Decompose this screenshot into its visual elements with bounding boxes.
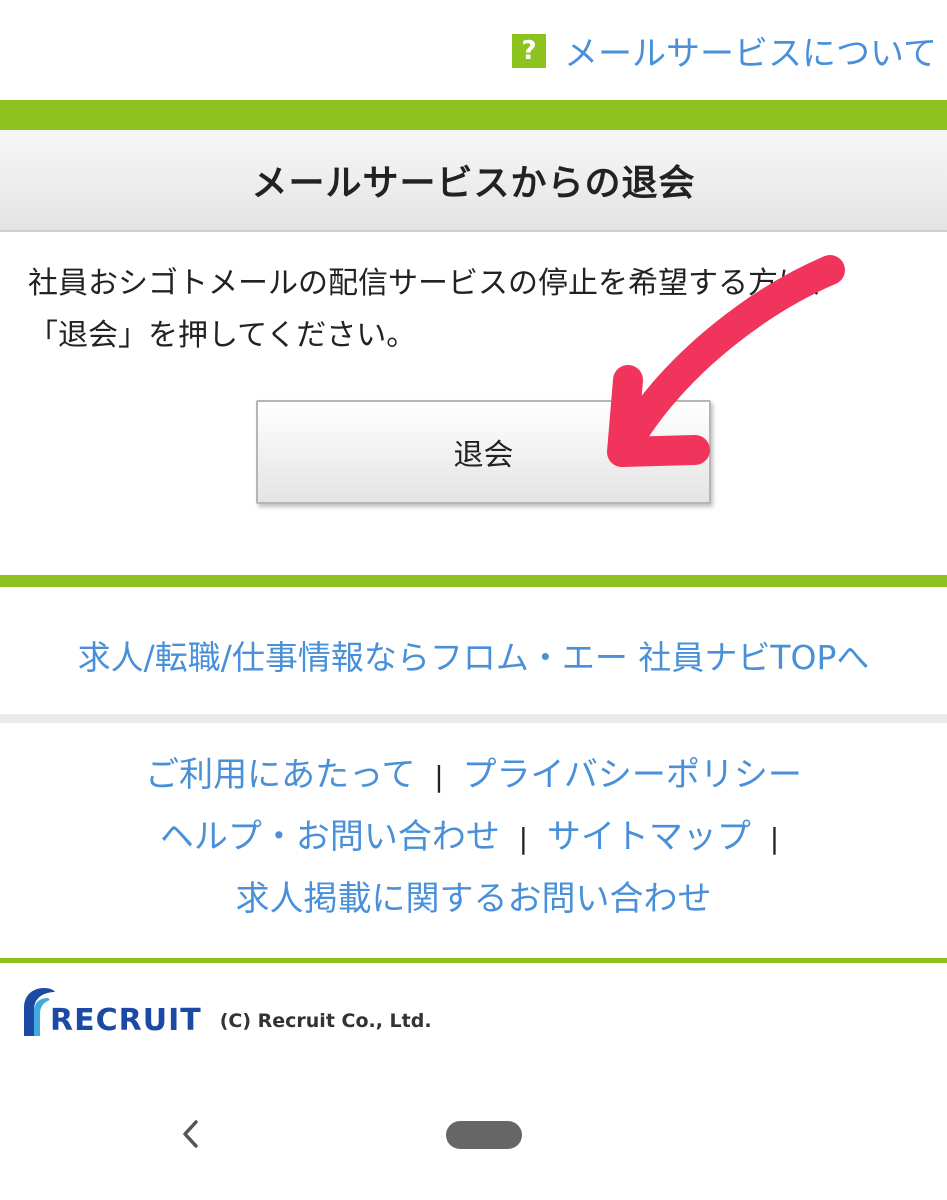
chevron-left-icon xyxy=(183,1120,198,1148)
home-nav-pill[interactable] xyxy=(446,1121,522,1149)
mail-service-help-link[interactable]: ? メールサービスについて xyxy=(512,26,937,75)
footer-row-3: 求人掲載に関するお問い合わせ xyxy=(0,869,947,929)
footer-links: ご利用にあたって | プライバシーポリシー ヘルプ・お問い合わせ | サイトマッ… xyxy=(0,745,947,929)
recruit-logo: RECRUIT xyxy=(20,986,202,1038)
arrow-shaft xyxy=(617,255,845,450)
help-contact-link[interactable]: ヘルプ・お問い合わせ xyxy=(160,817,500,857)
footer-divider xyxy=(0,714,947,723)
question-mark-icon: ? xyxy=(512,33,547,68)
header-green-bar xyxy=(0,100,947,130)
back-nav-icon[interactable] xyxy=(170,1112,210,1156)
footer-separator: | xyxy=(434,760,444,793)
footer-row-2: ヘルプ・お問い合わせ | サイトマップ | xyxy=(0,807,947,869)
page-title: メールサービスからの退会 xyxy=(251,163,696,204)
site-top-link[interactable]: 求人/転職/仕事情報ならフロム・エー 社員ナビTOPへ xyxy=(78,631,870,679)
mail-service-help-label: メールサービスについて xyxy=(564,34,937,74)
brand-footer: RECRUIT (C) Recruit Co., Ltd. xyxy=(20,983,432,1038)
job-listing-contact-link[interactable]: 求人掲載に関するお問い合わせ xyxy=(236,879,712,919)
footer-separator: | xyxy=(769,822,780,855)
section-green-bar xyxy=(0,575,947,587)
privacy-policy-link[interactable]: プライバシーポリシー xyxy=(463,755,802,795)
header: ? メールサービスについて xyxy=(0,0,947,100)
sitemap-link[interactable]: サイトマップ xyxy=(547,817,751,857)
red-arrow-annotation xyxy=(607,255,845,467)
footer-row-1: ご利用にあたって | プライバシーポリシー xyxy=(0,745,947,807)
site-top-link-row: 求人/転職/仕事情報ならフロム・エー 社員ナビTOPへ xyxy=(0,600,947,710)
recruit-logo-text: RECRUIT xyxy=(50,1003,202,1038)
copyright-text: (C) Recruit Co., Ltd. xyxy=(219,1010,432,1032)
title-band: メールサービスからの退会 xyxy=(0,130,947,232)
footer-green-bar xyxy=(0,958,947,963)
terms-link[interactable]: ご利用にあたって xyxy=(145,755,415,795)
footer-separator: | xyxy=(518,822,529,855)
